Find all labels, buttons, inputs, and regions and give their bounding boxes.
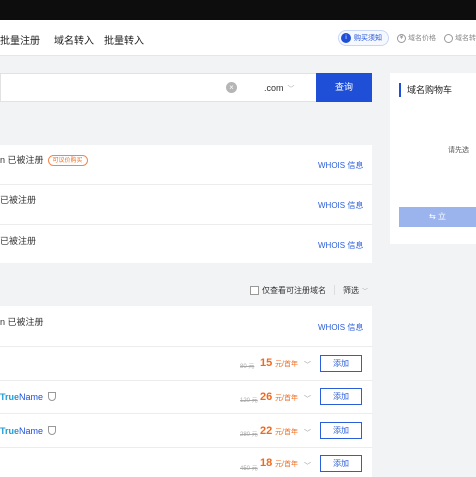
purchase-notice-label: 购买须知: [354, 35, 382, 42]
top-nav: 批量注册 域名转入 批量转入 i 购买须知 ¥ 域名价格 域名转: [0, 20, 476, 56]
shield-icon: [48, 426, 57, 435]
whois-link-3[interactable]: WHOIS 信息: [318, 240, 363, 251]
original-price: 280 元: [240, 432, 258, 438]
cart-checkout-label: 立: [437, 212, 446, 221]
brand-label: TrueName: [0, 426, 44, 436]
negotiable-badge[interactable]: 可议价购买: [47, 155, 88, 166]
domain-transfer-label: 域名转: [455, 35, 476, 42]
tld-select[interactable]: .com ﹀: [264, 83, 295, 94]
window-top-bar: [0, 0, 476, 20]
row-divider: [0, 447, 372, 448]
add-to-cart-button[interactable]: 添加: [320, 422, 362, 439]
result-2-status: 已被注册: [0, 195, 37, 205]
original-price: 80 元: [240, 364, 255, 370]
tab-domain-transfer-in[interactable]: 域名转入: [54, 32, 94, 47]
tab-batch-transfer-in[interactable]: 批量转入: [104, 32, 144, 47]
promo-price: 15 元/首年: [260, 357, 298, 369]
cart-hint: 请先选: [448, 147, 469, 154]
shield-icon: [48, 392, 57, 401]
domain-transfer-link[interactable]: 域名转: [444, 33, 476, 43]
purchase-notice-button[interactable]: i 购买须知: [338, 30, 389, 46]
list-item-3-domain: TrueName: [0, 426, 57, 436]
info-icon: i: [341, 33, 351, 43]
row-divider: [0, 224, 372, 225]
add-to-cart-button[interactable]: 添加: [320, 355, 362, 372]
list-item-2-domain: TrueName: [0, 392, 57, 402]
promo-price: 26 元/首年: [260, 391, 298, 403]
chevron-down-icon: ﹀: [287, 86, 295, 93]
cart-icon: ⇆: [429, 212, 436, 221]
chevron-down-icon[interactable]: ﹀: [304, 428, 311, 438]
cart-checkout-button[interactable]: ⇆ 立: [399, 207, 476, 227]
search-button[interactable]: 查询: [316, 73, 372, 102]
original-price: 120 元: [240, 398, 258, 404]
brand-label: TrueName: [0, 392, 44, 402]
whois-link-1[interactable]: WHOIS 信息: [318, 160, 363, 171]
chevron-down-icon[interactable]: ﹀: [304, 394, 311, 404]
whois-link-4[interactable]: WHOIS 信息: [318, 322, 363, 333]
add-to-cart-button[interactable]: 添加: [320, 388, 362, 405]
chevron-down-icon[interactable]: ﹀: [304, 461, 311, 471]
nav-right-links: i 购买须知 ¥ 域名价格 域名转: [338, 29, 476, 47]
original-price: 450 元: [240, 466, 258, 472]
available-only-label[interactable]: 仅查看可注册域名: [262, 285, 326, 296]
result-row-1-text: n 已被注册 可议价购买: [0, 153, 88, 166]
result-3-status: 已被注册: [0, 236, 37, 246]
list-registered-status: n 已被注册: [0, 317, 44, 327]
clear-icon[interactable]: ×: [226, 82, 237, 93]
transfer-icon: [444, 33, 453, 43]
domain-price-link[interactable]: ¥ 域名价格: [397, 33, 436, 43]
filter-dropdown[interactable]: 筛选: [343, 285, 359, 296]
available-only-checkbox[interactable]: [250, 285, 259, 295]
cart-title: 域名购物车: [399, 83, 452, 97]
tab-batch-register[interactable]: 批量注册: [0, 32, 40, 47]
row-divider: [0, 184, 372, 185]
row-divider: [0, 346, 372, 347]
price-icon: ¥: [397, 33, 406, 43]
domain-price-label: 域名价格: [408, 35, 436, 42]
add-to-cart-button[interactable]: 添加: [320, 455, 362, 472]
promo-price: 18 元/首年: [260, 457, 298, 469]
row-divider: [0, 380, 372, 381]
chevron-down-icon[interactable]: ﹀: [304, 360, 311, 370]
whois-link-2[interactable]: WHOIS 信息: [318, 200, 363, 211]
divider: [334, 285, 335, 295]
promo-price: 22 元/首年: [260, 425, 298, 437]
filter-bar: 仅查看可注册域名 筛选 ﹀: [250, 284, 368, 296]
tld-select-value: .com: [264, 83, 284, 93]
chevron-down-icon: ﹀: [362, 288, 369, 295]
result-1-status: n 已被注册: [0, 155, 44, 165]
row-divider: [0, 413, 372, 414]
